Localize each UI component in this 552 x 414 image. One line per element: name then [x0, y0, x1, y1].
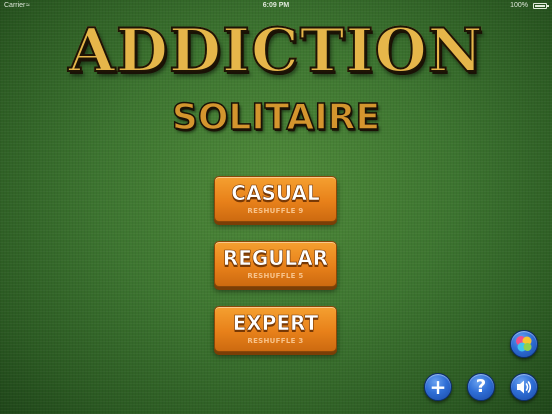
regular-reshuffle-label: RESHUFFLE 5 — [247, 272, 304, 280]
help-button[interactable]: ? — [467, 373, 495, 401]
speaker-icon — [517, 380, 532, 394]
sound-button[interactable] — [510, 373, 538, 401]
game-center-button[interactable] — [510, 330, 538, 358]
expert-reshuffle-label: RESHUFFLE 3 — [247, 337, 304, 345]
plus-icon: + — [429, 375, 447, 399]
game-title: ADDICTION — [0, 15, 552, 87]
regular-label: REGULAR — [222, 246, 329, 271]
game-center-icon — [516, 336, 532, 352]
expert-label: EXPERT — [232, 311, 319, 336]
casual-label: CASUAL — [231, 181, 320, 206]
battery-percent: 100% — [510, 2, 528, 9]
status-bar: Carrier ≈ 6:09 PM 100% — [0, 0, 552, 12]
status-time: 6:09 PM — [262, 2, 290, 9]
casual-reshuffle-label: RESHUFFLE 9 — [247, 207, 304, 215]
add-button[interactable]: + — [424, 373, 452, 401]
game-subtitle: SOLITAIRE — [171, 96, 381, 139]
expert-mode-button[interactable]: EXPERT RESHUFFLE 3 — [214, 306, 337, 352]
casual-mode-button[interactable]: CASUAL RESHUFFLE 9 — [214, 176, 337, 222]
regular-mode-button[interactable]: REGULAR RESHUFFLE 5 — [214, 241, 337, 287]
battery-icon — [533, 3, 549, 9]
question-icon: ? — [475, 376, 487, 397]
